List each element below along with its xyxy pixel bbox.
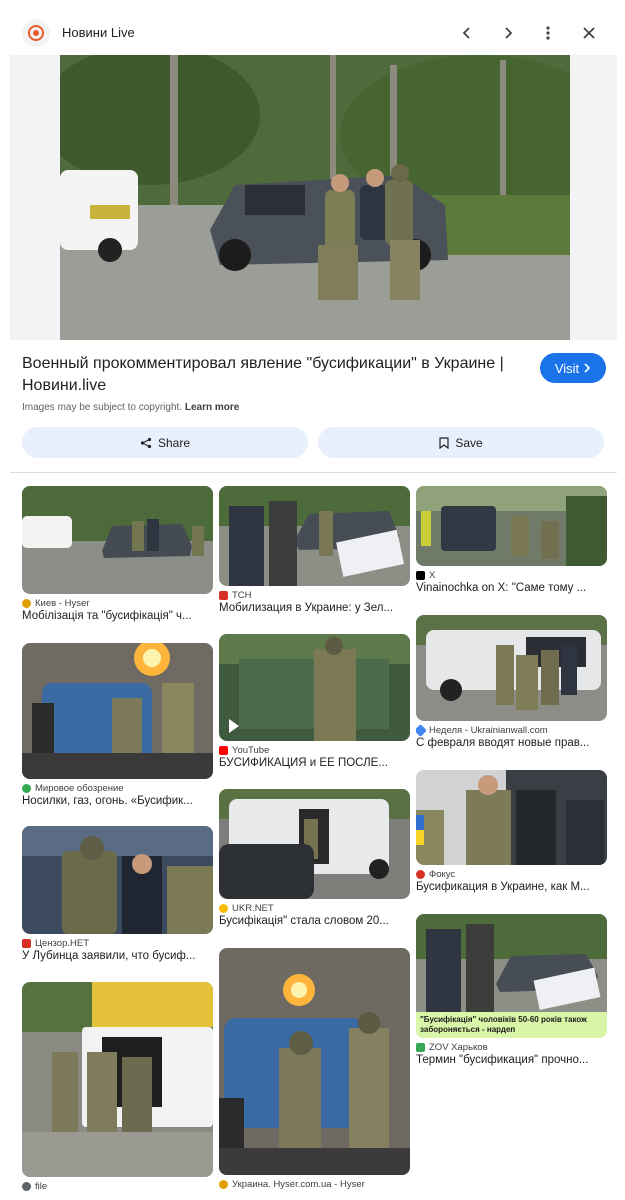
bookmark-icon — [439, 436, 449, 449]
source-name: ZOV Харьков — [429, 1041, 488, 1053]
result-title[interactable]: Военный прокомментировал явление "бусифи… — [22, 353, 512, 397]
source-favicon-icon — [22, 1181, 31, 1191]
source-name: X — [429, 569, 436, 581]
source-favicon-icon — [416, 869, 425, 879]
thumbnail-overlay-caption: "Бусифікація" чоловіків 50-60 років тако… — [416, 1012, 607, 1038]
result-source: Мировое обозрение — [22, 782, 213, 794]
site-name[interactable]: Новини Live — [62, 25, 135, 40]
source-name: TCH — [232, 589, 252, 601]
result-thumbnail[interactable] — [219, 948, 410, 1175]
result-thumbnail[interactable] — [416, 770, 607, 865]
source-name: UKR.NET — [232, 902, 274, 914]
result-thumbnail[interactable] — [416, 486, 607, 566]
more-vert-icon[interactable] — [533, 18, 563, 48]
divider — [10, 472, 617, 473]
source-name: Цензор.НЕТ — [35, 937, 90, 949]
result-card[interactable]: UKR.NET Бусифікація" стала словом 20... — [219, 789, 410, 929]
result-source: ZOV Харьков — [416, 1041, 607, 1053]
visit-label: Visit — [554, 360, 580, 376]
site-logo-icon[interactable] — [22, 19, 50, 47]
save-button[interactable]: Save — [318, 427, 604, 458]
result-thumbnail[interactable] — [22, 982, 213, 1177]
result-source: YouTube — [219, 744, 410, 756]
share-label: Share — [157, 435, 191, 450]
result-caption[interactable]: БУСИФИКАЦИЯ и ЕЕ ПОСЛЕ... — [219, 756, 410, 771]
result-caption[interactable]: Бусификация в Украине, как М... — [416, 880, 607, 895]
result-thumbnail[interactable] — [22, 643, 213, 779]
source-name: file — [35, 1180, 48, 1192]
result-thumbnail[interactable] — [22, 826, 213, 934]
share-icon — [140, 437, 152, 448]
chevron-left-icon[interactable] — [452, 18, 482, 48]
copyright-text: Images may be subject to copyright. — [22, 402, 183, 413]
source-name: Киев - Hyser — [35, 597, 90, 609]
result-source: TCH — [219, 589, 410, 601]
viewer-header: Новини Live — [0, 0, 625, 60]
result-thumbnail[interactable] — [416, 615, 607, 721]
source-name: YouTube — [232, 744, 270, 756]
result-caption[interactable]: У Лубинца заявили, что бусиф... — [22, 949, 213, 964]
copyright-note: Images may be subject to copyright. Lear… — [22, 402, 239, 413]
result-source: Неделя - Ukrainianwall.com — [416, 724, 607, 736]
result-thumbnail[interactable] — [219, 789, 410, 899]
source-name: Фокус — [429, 868, 456, 880]
result-card[interactable]: "Бусифікація" чоловіків 50-60 років тако… — [416, 914, 607, 1068]
result-caption[interactable]: Vinainochka on X: "Саме тому ... — [416, 581, 607, 596]
result-card[interactable]: Украина. Hyser.com.ua - Hyser — [219, 948, 410, 1190]
result-caption[interactable]: Бусифікація" стала словом 20... — [219, 914, 410, 929]
close-icon[interactable] — [574, 18, 604, 48]
result-source: Киев - Hyser — [22, 597, 213, 609]
result-source: Цензор.НЕТ — [22, 937, 213, 949]
share-button[interactable]: Share — [22, 427, 308, 458]
result-card[interactable]: X Vinainochka on X: "Саме тому ... — [416, 486, 607, 596]
source-favicon-icon — [22, 938, 31, 948]
result-thumbnail[interactable]: "Бусифікація" чоловіків 50-60 років тако… — [416, 914, 607, 1038]
chevron-right-icon[interactable] — [493, 18, 523, 48]
source-name: Мировое обозрение — [35, 782, 124, 794]
result-card[interactable]: YouTube БУСИФИКАЦИЯ и ЕЕ ПОСЛЕ... — [219, 634, 410, 771]
preview-image-frame[interactable] — [10, 55, 617, 340]
result-source: Фокус — [416, 868, 607, 880]
result-source: Украина. Hyser.com.ua - Hyser — [219, 1178, 410, 1190]
x-icon — [416, 570, 425, 580]
youtube-icon — [219, 745, 228, 755]
result-card[interactable]: Фокус Бусификация в Украине, как М... — [416, 770, 607, 895]
result-source: UKR.NET — [219, 902, 410, 914]
result-caption[interactable]: С февраля вводят новые прав... — [416, 736, 607, 751]
source-favicon-icon — [22, 783, 31, 793]
source-favicon-icon — [219, 590, 228, 600]
result-card[interactable]: Мировое обозрение Носилки, газ, огонь. «… — [22, 643, 213, 809]
learn-more-link[interactable]: Learn more — [185, 402, 239, 413]
result-card[interactable]: file — [22, 982, 213, 1192]
result-caption[interactable]: Мобилизация в Украине: у Зел... — [219, 601, 410, 616]
source-name: Украина. Hyser.com.ua - Hyser — [232, 1178, 365, 1190]
source-favicon-icon — [416, 1042, 425, 1052]
chevron-right-icon — [584, 363, 591, 373]
result-caption[interactable]: Носилки, газ, огонь. «Бусифик... — [22, 794, 213, 809]
result-card[interactable]: Киев - Hyser Мобілізація та "бусифікація… — [22, 486, 213, 624]
source-favicon-icon — [219, 1179, 228, 1189]
result-caption[interactable]: Мобілізація та "бусифікація" ч... — [22, 609, 213, 624]
result-card[interactable]: TCH Мобилизация в Украине: у Зел... — [219, 486, 410, 616]
result-thumbnail[interactable] — [22, 486, 213, 594]
result-thumbnail[interactable] — [219, 486, 410, 586]
source-favicon-icon — [22, 598, 31, 608]
save-label: Save — [455, 435, 483, 450]
source-favicon-icon — [219, 903, 228, 913]
visit-button[interactable]: Visit — [540, 353, 606, 383]
source-name: Неделя - Ukrainianwall.com — [429, 724, 548, 736]
result-thumbnail[interactable] — [219, 634, 410, 741]
preview-image[interactable] — [60, 55, 570, 340]
result-caption[interactable]: Термин "бусификация" прочно... — [416, 1053, 607, 1068]
result-source: X — [416, 569, 607, 581]
result-card[interactable]: Цензор.НЕТ У Лубинца заявили, что бусиф.… — [22, 826, 213, 964]
result-card[interactable]: Неделя - Ukrainianwall.com С февраля вво… — [416, 615, 607, 751]
result-source: file — [22, 1180, 213, 1192]
source-favicon-icon — [416, 724, 427, 736]
